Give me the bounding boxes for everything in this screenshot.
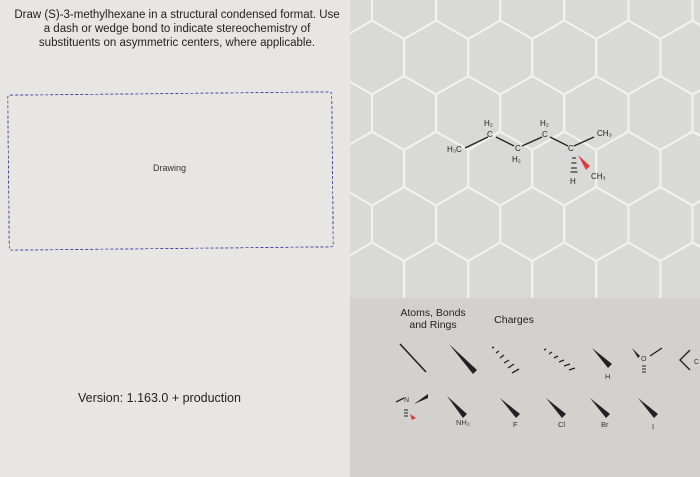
wedge-cl-label: Cl — [558, 420, 566, 429]
wedge-i-label: I — [652, 422, 655, 431]
label-c4-h: H₂ — [540, 119, 549, 128]
label-stereo-c: C — [568, 144, 574, 153]
label-ch3-right: CH₃ — [591, 172, 606, 181]
wedge-n-tool[interactable]: N — [392, 390, 432, 426]
bond-5 — [573, 136, 595, 147]
label-c3-c: C — [515, 144, 521, 153]
wedge-bond-tool[interactable] — [443, 340, 483, 376]
svg-text:N: N — [404, 397, 409, 404]
label-c3-h: H₂ — [512, 155, 521, 164]
wedge-c-tool[interactable]: C — [670, 342, 700, 378]
drawing-label: Drawing — [153, 163, 187, 173]
screenshot-root: Draw (S)-3-methylhexane in a structural … — [0, 0, 700, 477]
bond-3 — [521, 136, 543, 147]
wedge-br-label: Br — [601, 420, 609, 429]
dashed-wedge-tool[interactable] — [540, 344, 580, 380]
question-panel: Draw (S)-3-methylhexane in a structural … — [0, 0, 350, 477]
label-c4-c: C — [542, 130, 548, 139]
svg-text:C: C — [694, 359, 699, 366]
tool-palette: Atoms, Bonds and Rings Charges H O C N N… — [350, 298, 700, 477]
label-h3c: H₃C — [447, 145, 462, 154]
tab-atoms-bonds-rings[interactable]: Atoms, Bonds and Rings — [398, 307, 468, 331]
wedge-bond-to-ch3 — [578, 155, 590, 170]
label-c2-c: C — [487, 130, 493, 139]
bond-2 — [495, 136, 515, 147]
bond-1 — [464, 136, 489, 149]
wedge-o-tool[interactable]: O — [628, 342, 668, 378]
hash-bond-tool[interactable] — [486, 342, 526, 378]
tab-charges[interactable]: Charges — [490, 314, 538, 326]
drawing-canvas[interactable]: H₃C H₂ C C H₂ H₂ C C H CH₃ CH₃ — [350, 0, 700, 298]
single-bond-tool[interactable] — [394, 340, 434, 376]
wedge-f-label: F — [513, 420, 518, 429]
wedge-nh2-label: NH₂ — [456, 418, 470, 427]
label-ch3-top: CH₃ — [597, 129, 612, 138]
bond-4 — [549, 136, 569, 147]
wedge-h-label: H — [605, 372, 611, 381]
version-text: Version: 1.163.0 + production — [78, 391, 241, 405]
question-text: Draw (S)-3-methylhexane in a structural … — [14, 9, 340, 49]
svg-text:O: O — [641, 356, 647, 363]
label-stereo-h: H — [570, 177, 576, 186]
label-c2-h: H₂ — [484, 119, 493, 128]
molecule: H₃C H₂ C C H₂ H₂ C C H CH₃ CH₃ — [447, 119, 612, 186]
hash-bond-to-h — [570, 157, 578, 173]
